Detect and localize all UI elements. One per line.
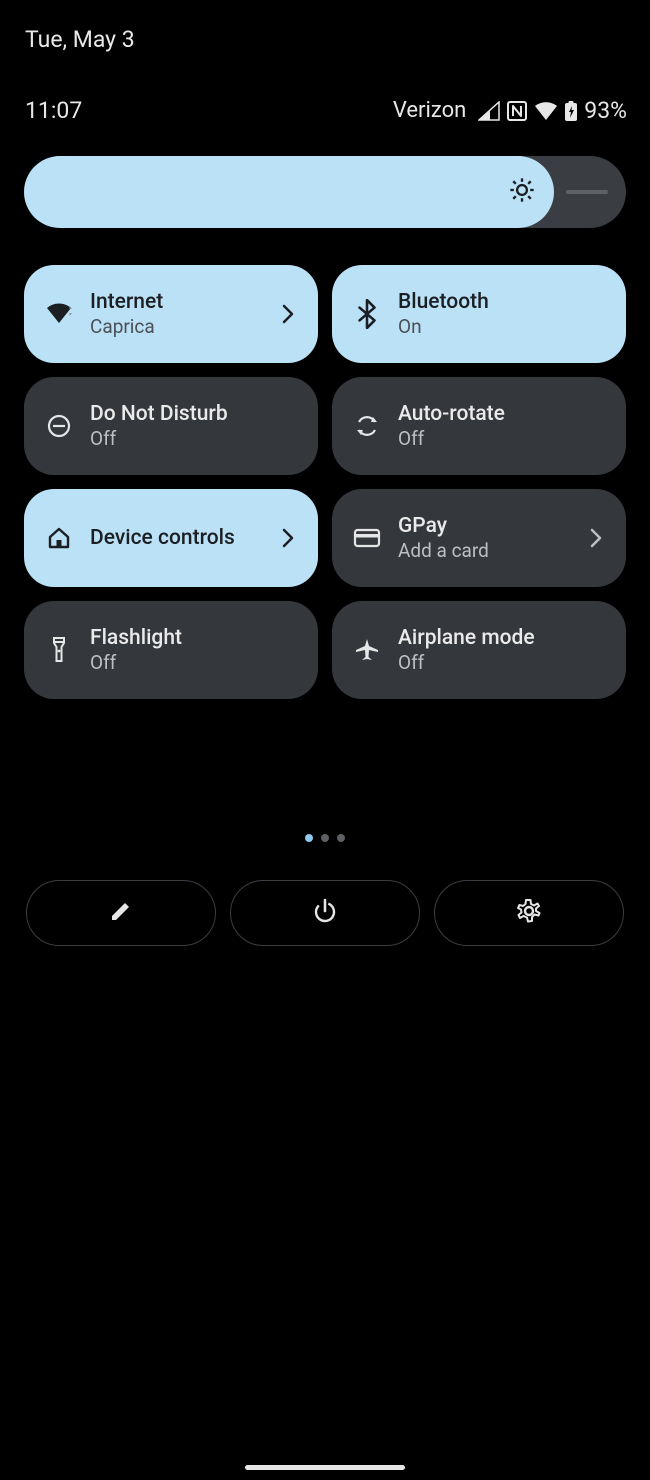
home-icon [42, 525, 76, 551]
battery-icon [564, 100, 578, 122]
wifi-icon [42, 302, 76, 326]
tile-subtitle: Add a card [398, 539, 570, 563]
edit-button[interactable] [26, 880, 216, 946]
airplane-icon [350, 636, 384, 664]
tile-bluetooth[interactable]: Bluetooth On [332, 265, 626, 363]
rotate-icon [350, 412, 384, 440]
battery-percent-label: 93% [584, 97, 627, 124]
tile-do-not-disturb[interactable]: Do Not Disturb Off [24, 377, 318, 475]
footer-actions [26, 880, 624, 946]
page-indicator [0, 834, 650, 842]
tile-airplane-mode[interactable]: Airplane mode Off [332, 601, 626, 699]
chevron-right-icon [276, 304, 300, 324]
page-dot [337, 834, 345, 842]
brightness-icon [508, 176, 536, 208]
status-bar: 11:07 Verizon 93% [0, 97, 650, 124]
date-label: Tue, May 3 [25, 26, 135, 53]
tile-title: GPay [398, 513, 570, 539]
chevron-right-icon [276, 528, 300, 548]
tile-subtitle: Off [90, 651, 300, 675]
tile-title: Device controls [90, 525, 262, 551]
gear-icon [515, 897, 543, 929]
clock-label: 11:07 [25, 97, 82, 124]
settings-button[interactable] [434, 880, 624, 946]
pencil-icon [108, 898, 134, 928]
nav-handle[interactable] [245, 1465, 405, 1470]
dnd-icon [42, 413, 76, 439]
tile-subtitle: On [398, 315, 608, 339]
quick-settings-grid: Internet Caprica Bluetooth On Do Not Dis… [24, 265, 626, 699]
tile-title: Do Not Disturb [90, 401, 300, 427]
tile-subtitle: Off [398, 427, 608, 451]
bluetooth-icon [350, 299, 384, 329]
status-right: Verizon 93% [393, 97, 627, 124]
wifi-status-icon [534, 101, 558, 121]
tile-gpay[interactable]: GPay Add a card [332, 489, 626, 587]
tile-subtitle: Off [398, 651, 608, 675]
chevron-right-icon [584, 528, 608, 548]
tile-auto-rotate[interactable]: Auto-rotate Off [332, 377, 626, 475]
tile-subtitle: Caprica [90, 315, 262, 339]
flashlight-icon [42, 635, 76, 665]
tile-device-controls[interactable]: Device controls [24, 489, 318, 587]
carrier-label: Verizon [393, 98, 466, 123]
brightness-slider[interactable] [24, 156, 626, 228]
signal-icon [478, 101, 500, 121]
tile-title: Auto-rotate [398, 401, 608, 427]
tile-flashlight[interactable]: Flashlight Off [24, 601, 318, 699]
tile-title: Internet [90, 289, 262, 315]
tile-internet[interactable]: Internet Caprica [24, 265, 318, 363]
tile-subtitle: Off [90, 427, 300, 451]
power-button[interactable] [230, 880, 420, 946]
tile-title: Airplane mode [398, 625, 608, 651]
card-icon [350, 527, 384, 549]
page-dot [305, 834, 313, 842]
tile-title: Flashlight [90, 625, 300, 651]
nfc-icon [506, 100, 528, 122]
power-icon [311, 897, 339, 929]
tile-title: Bluetooth [398, 289, 608, 315]
page-dot [321, 834, 329, 842]
